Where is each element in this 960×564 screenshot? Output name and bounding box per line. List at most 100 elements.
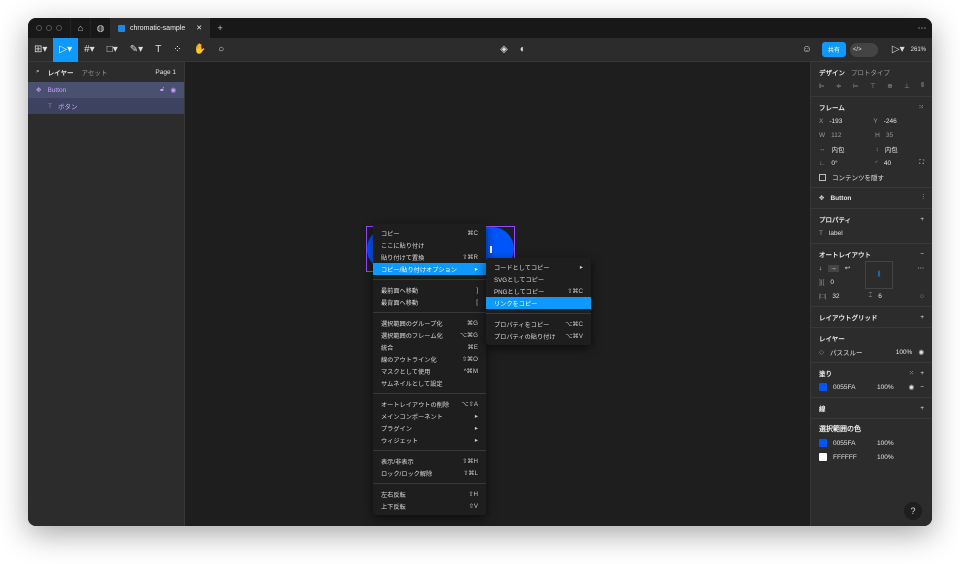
present-icon[interactable]: ▷▾ — [886, 38, 911, 62]
globe-icon[interactable]: ◍ — [90, 18, 110, 38]
add-icon[interactable]: + — [920, 370, 924, 377]
file-tab[interactable]: chromatic-sample ✕ — [110, 18, 211, 38]
height-sizing[interactable]: 内包 — [885, 144, 898, 154]
avatar[interactable]: ☺ — [796, 38, 818, 62]
lock-icon[interactable]: 🔓︎ — [160, 86, 164, 94]
menu-item[interactable]: 表示/非表示 ⇧⌘H — [373, 455, 486, 467]
window-controls[interactable] — [28, 25, 70, 31]
zoom-level[interactable]: 261% — [911, 47, 932, 53]
frame-header[interactable]: フレーム — [819, 102, 845, 112]
padding-v-input[interactable]: 6 — [878, 293, 882, 300]
gap-input[interactable]: 0 — [830, 279, 834, 286]
text-tool-icon[interactable]: T — [149, 38, 167, 62]
eye-icon[interactable]: ◉ — [909, 383, 915, 391]
x-input[interactable]: -193 — [829, 118, 867, 125]
menu-item[interactable]: リンクをコピー — [486, 297, 591, 309]
tab-layers[interactable]: レイヤー — [48, 67, 74, 77]
menu-item[interactable]: ロック/ロック解除 ⇧⌘L — [373, 467, 486, 479]
align-tools[interactable]: ⊫ ≑ ⊨ ⊤ ⊕ ⊥ ⫴ — [819, 79, 924, 93]
resources-icon[interactable]: ⁘ — [167, 38, 187, 62]
eye-icon[interactable]: ◉ — [170, 86, 176, 94]
width-sizing[interactable]: 内包 — [832, 144, 870, 154]
pen-tool-icon[interactable]: ✎▾ — [124, 38, 149, 62]
fill-hex[interactable]: 0055FA — [833, 384, 871, 391]
remove-icon[interactable]: − — [920, 251, 924, 258]
rotation-input[interactable]: 0° — [831, 160, 869, 167]
menu-item[interactable]: 線のアウトライン化 ⇧⌘O — [373, 353, 486, 365]
menu-item[interactable]: 統合 ⌘E — [373, 341, 486, 353]
menu-item[interactable]: メインコンポーネント ▸ — [373, 410, 486, 422]
blend-mode[interactable]: パススルー — [830, 347, 863, 357]
move-tool-icon[interactable]: ▷▾ — [53, 37, 79, 62]
component-icon[interactable]: ◈ — [494, 38, 514, 62]
direction-down-icon[interactable]: ↓ — [819, 265, 822, 272]
padding-h-input[interactable]: 32 — [832, 293, 862, 300]
menu-item[interactable]: オートレイアウトの削除 ⌥⇧A — [373, 398, 486, 410]
menu-item[interactable]: 上下反転 ⇧V — [373, 500, 486, 512]
color-hex[interactable]: FFFFFF — [833, 454, 871, 461]
alignment-box[interactable]: ⫼ — [865, 261, 893, 289]
menu-item[interactable]: プロパティの貼り付け ⌥⌘V — [486, 330, 591, 342]
contrast-icon[interactable]: ◐ — [514, 38, 532, 62]
radius-input[interactable]: 40 — [884, 160, 891, 167]
menu-item[interactable]: ここに貼り付け — [373, 239, 486, 251]
add-icon[interactable]: + — [920, 216, 924, 223]
layer-opacity[interactable]: 100% — [896, 349, 913, 356]
color-swatch[interactable] — [819, 453, 827, 461]
remove-icon[interactable]: − — [920, 384, 924, 391]
menu-item[interactable]: 選択範囲のフレーム化 ⌥⌘G — [373, 329, 486, 341]
menu-item[interactable]: コピー ⌘C — [373, 227, 486, 239]
close-icon[interactable]: ✕ — [196, 24, 202, 32]
main-menu-icon[interactable]: ⊞▾ — [28, 38, 53, 62]
menu-item[interactable]: ウィジェット ▸ — [373, 434, 486, 446]
menu-item[interactable]: 最背面へ移動 [ — [373, 296, 486, 308]
fill-swatch[interactable] — [819, 383, 827, 391]
tab-assets[interactable]: アセット — [81, 67, 107, 77]
add-icon[interactable]: + — [920, 405, 924, 412]
layer-item[interactable]: ✥ Button 🔓︎ ◉ — [28, 82, 184, 98]
grid-icon[interactable]: ⁙ — [919, 103, 924, 111]
component-name[interactable]: Button — [830, 195, 851, 202]
color-opacity[interactable]: 100% — [877, 454, 894, 461]
tab-design[interactable]: デザイン — [819, 67, 845, 77]
dev-mode-toggle[interactable]: </> — [849, 42, 878, 57]
layer-item[interactable]: T ボタン — [28, 98, 184, 114]
fill-opacity[interactable]: 100% — [877, 384, 894, 391]
add-icon[interactable]: + — [920, 314, 924, 321]
wrap-icon[interactable]: ↩ — [845, 264, 850, 272]
shape-tool-icon[interactable]: □▾ — [101, 38, 124, 62]
menu-item[interactable]: 選択範囲のグループ化 ⌘G — [373, 317, 486, 329]
menu-item[interactable]: プラグイン ▸ — [373, 422, 486, 434]
menu-item[interactable]: PNGとしてコピー ⇧⌘C — [486, 285, 591, 297]
eye-icon[interactable]: ◉ — [918, 348, 924, 356]
menu-item[interactable]: 貼り付けて置換 ⇧⌘R — [373, 251, 486, 263]
padding-icon[interactable]: ◌ — [920, 293, 924, 300]
menu-item[interactable]: 左右反転 ⇧H — [373, 488, 486, 500]
menu-item[interactable]: マスクとして使用 ^⌘M — [373, 365, 486, 377]
tab-prototype[interactable]: プロトタイプ — [851, 67, 890, 77]
color-opacity[interactable]: 100% — [877, 440, 894, 447]
color-swatch[interactable] — [819, 439, 827, 447]
menu-item[interactable]: プロパティをコピー ⌥⌘C — [486, 318, 591, 330]
menu-item[interactable]: コードとしてコピー ▸ — [486, 261, 591, 273]
more-button[interactable]: ⋯ — [912, 18, 932, 38]
page-selector[interactable]: Page 1 — [155, 69, 176, 76]
color-hex[interactable]: 0055FA — [833, 440, 871, 447]
menu-item[interactable]: コピー/貼り付けオプション ▸ — [373, 263, 486, 275]
help-button[interactable]: ? — [904, 502, 922, 520]
comment-tool-icon[interactable]: ○ — [212, 38, 230, 62]
hand-tool-icon[interactable]: ✋ — [188, 38, 212, 62]
menu-item[interactable]: サムネイルとして設定 — [373, 377, 486, 389]
styles-icon[interactable]: ⁙ — [909, 369, 914, 377]
menu-item[interactable]: 最前面へ移動] — [373, 284, 486, 296]
frame-tool-icon[interactable]: #▾ — [78, 38, 101, 62]
share-button[interactable]: 共有 — [821, 42, 846, 57]
search-icon[interactable]: ⌕ — [36, 68, 40, 76]
property-label[interactable]: label — [829, 230, 843, 237]
direction-right-icon[interactable]: → — [828, 264, 839, 272]
clip-checkbox[interactable] — [819, 173, 826, 181]
home-icon[interactable]: ⌂ — [70, 18, 90, 38]
h-input[interactable]: 35 — [886, 132, 893, 139]
w-input[interactable]: 112 — [831, 132, 869, 139]
y-input[interactable]: -246 — [884, 118, 897, 125]
